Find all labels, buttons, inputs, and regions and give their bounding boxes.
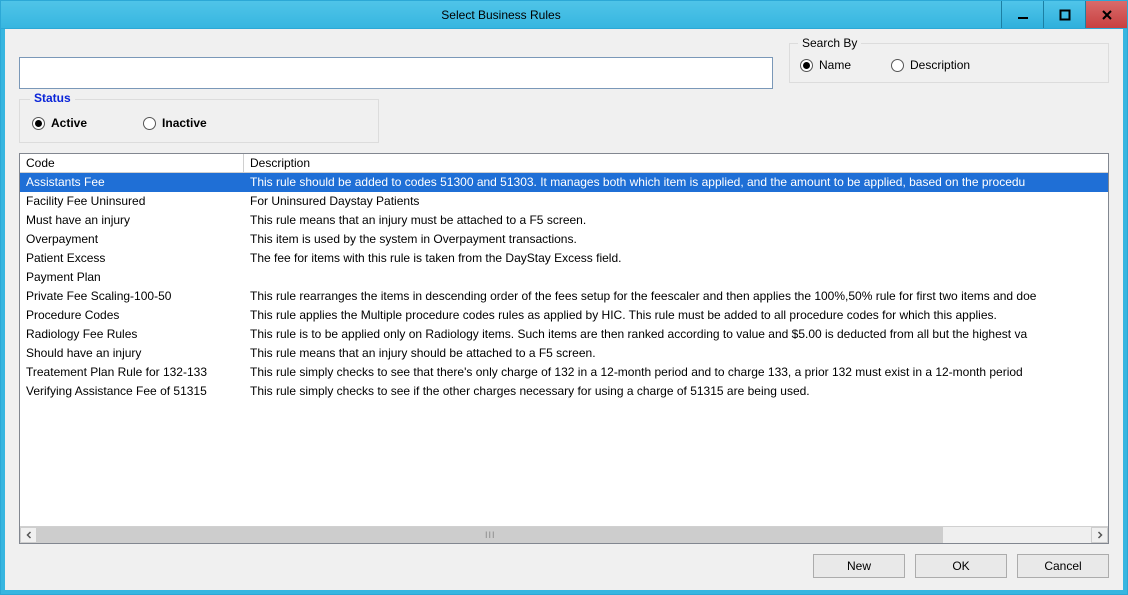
horizontal-scrollbar[interactable]: III: [20, 526, 1108, 543]
cell-description: This rule means that an injury should be…: [244, 344, 1108, 363]
cell-code: Treatement Plan Rule for 132-133: [20, 363, 244, 382]
search-by-label: Search By: [798, 36, 861, 50]
cell-description: The fee for items with this rule is take…: [244, 249, 1108, 268]
cell-code: Overpayment: [20, 230, 244, 249]
titlebar: Select Business Rules: [1, 1, 1127, 29]
search-by-name-radio[interactable]: Name: [800, 58, 851, 72]
cell-code: Should have an injury: [20, 344, 244, 363]
radio-icon: [32, 117, 45, 130]
cell-code: Assistants Fee: [20, 173, 244, 192]
cell-code: Patient Excess: [20, 249, 244, 268]
status-group: Status Active Inactive: [19, 99, 379, 143]
window-controls: [1001, 1, 1127, 28]
radio-label: Name: [819, 58, 851, 72]
cell-description: This item is used by the system in Overp…: [244, 230, 1108, 249]
button-bar: New OK Cancel: [19, 554, 1109, 578]
dialog-window: Select Business Rules Search By Name: [0, 0, 1128, 595]
cell-description: This rule means that an injury must be a…: [244, 211, 1108, 230]
status-options: Active Inactive: [32, 116, 366, 130]
cell-description: This rule is to be applied only on Radio…: [244, 325, 1108, 344]
table-row[interactable]: Patient ExcessThe fee for items with thi…: [20, 249, 1108, 268]
radio-label: Inactive: [162, 116, 207, 130]
table-row[interactable]: Must have an injuryThis rule means that …: [20, 211, 1108, 230]
ok-button[interactable]: OK: [915, 554, 1007, 578]
status-inactive-radio[interactable]: Inactive: [143, 116, 207, 130]
scroll-track[interactable]: III: [37, 527, 1091, 543]
search-by-group: Search By Name Description: [789, 43, 1109, 83]
cell-code: Verifying Assistance Fee of 51315: [20, 382, 244, 401]
table-row[interactable]: Procedure CodesThis rule applies the Mul…: [20, 306, 1108, 325]
top-row: Search By Name Description: [19, 43, 1109, 89]
client-area: Search By Name Description Status: [1, 29, 1127, 594]
search-by-options: Name Description: [800, 58, 1098, 72]
table-row[interactable]: Treatement Plan Rule for 132-133This rul…: [20, 363, 1108, 382]
table-row[interactable]: Assistants FeeThis rule should be added …: [20, 173, 1108, 192]
radio-icon: [143, 117, 156, 130]
cell-description: This rule rearranges the items in descen…: [244, 287, 1108, 306]
status-label: Status: [30, 91, 75, 105]
cell-description: For Uninsured Daystay Patients: [244, 192, 1108, 211]
close-button[interactable]: [1085, 1, 1127, 28]
cell-code: Procedure Codes: [20, 306, 244, 325]
cell-code: Must have an injury: [20, 211, 244, 230]
scroll-thumb[interactable]: III: [37, 527, 943, 543]
chevron-right-icon: [1096, 531, 1104, 539]
table-row[interactable]: Verifying Assistance Fee of 51315This ru…: [20, 382, 1108, 401]
table-header: Code Description: [20, 154, 1108, 173]
new-button[interactable]: New: [813, 554, 905, 578]
table-row[interactable]: Payment Plan: [20, 268, 1108, 287]
table-row[interactable]: Facility Fee UninsuredFor Uninsured Days…: [20, 192, 1108, 211]
radio-label: Description: [910, 58, 970, 72]
table-row[interactable]: Radiology Fee RulesThis rule is to be ap…: [20, 325, 1108, 344]
status-active-radio[interactable]: Active: [32, 116, 87, 130]
radio-icon: [891, 59, 904, 72]
search-input[interactable]: [19, 57, 773, 89]
cell-description: This rule simply checks to see if the ot…: [244, 382, 1108, 401]
table-row[interactable]: Private Fee Scaling-100-50This rule rear…: [20, 287, 1108, 306]
table-row[interactable]: Should have an injuryThis rule means tha…: [20, 344, 1108, 363]
cell-code: Radiology Fee Rules: [20, 325, 244, 344]
table-body: Assistants FeeThis rule should be added …: [20, 173, 1108, 526]
cell-code: Private Fee Scaling-100-50: [20, 287, 244, 306]
column-header-code[interactable]: Code: [20, 154, 244, 172]
scroll-left-button[interactable]: [20, 527, 37, 543]
maximize-icon: [1059, 9, 1071, 21]
chevron-left-icon: [25, 531, 33, 539]
scroll-grip-icon: III: [485, 530, 496, 540]
close-icon: [1101, 9, 1113, 21]
cancel-button[interactable]: Cancel: [1017, 554, 1109, 578]
column-header-description[interactable]: Description: [244, 154, 1108, 172]
cell-code: Facility Fee Uninsured: [20, 192, 244, 211]
minimize-icon: [1017, 9, 1029, 21]
cell-description: This rule applies the Multiple procedure…: [244, 306, 1108, 325]
cell-description: This rule simply checks to see that ther…: [244, 363, 1108, 382]
maximize-button[interactable]: [1043, 1, 1085, 28]
window-title: Select Business Rules: [1, 1, 1001, 28]
scroll-right-button[interactable]: [1091, 527, 1108, 543]
cell-description: [244, 268, 1108, 287]
table-row[interactable]: OverpaymentThis item is used by the syst…: [20, 230, 1108, 249]
minimize-button[interactable]: [1001, 1, 1043, 28]
rules-table: Code Description Assistants FeeThis rule…: [19, 153, 1109, 544]
cell-code: Payment Plan: [20, 268, 244, 287]
radio-icon: [800, 59, 813, 72]
radio-label: Active: [51, 116, 87, 130]
cell-description: This rule should be added to codes 51300…: [244, 173, 1108, 192]
search-by-description-radio[interactable]: Description: [891, 58, 970, 72]
